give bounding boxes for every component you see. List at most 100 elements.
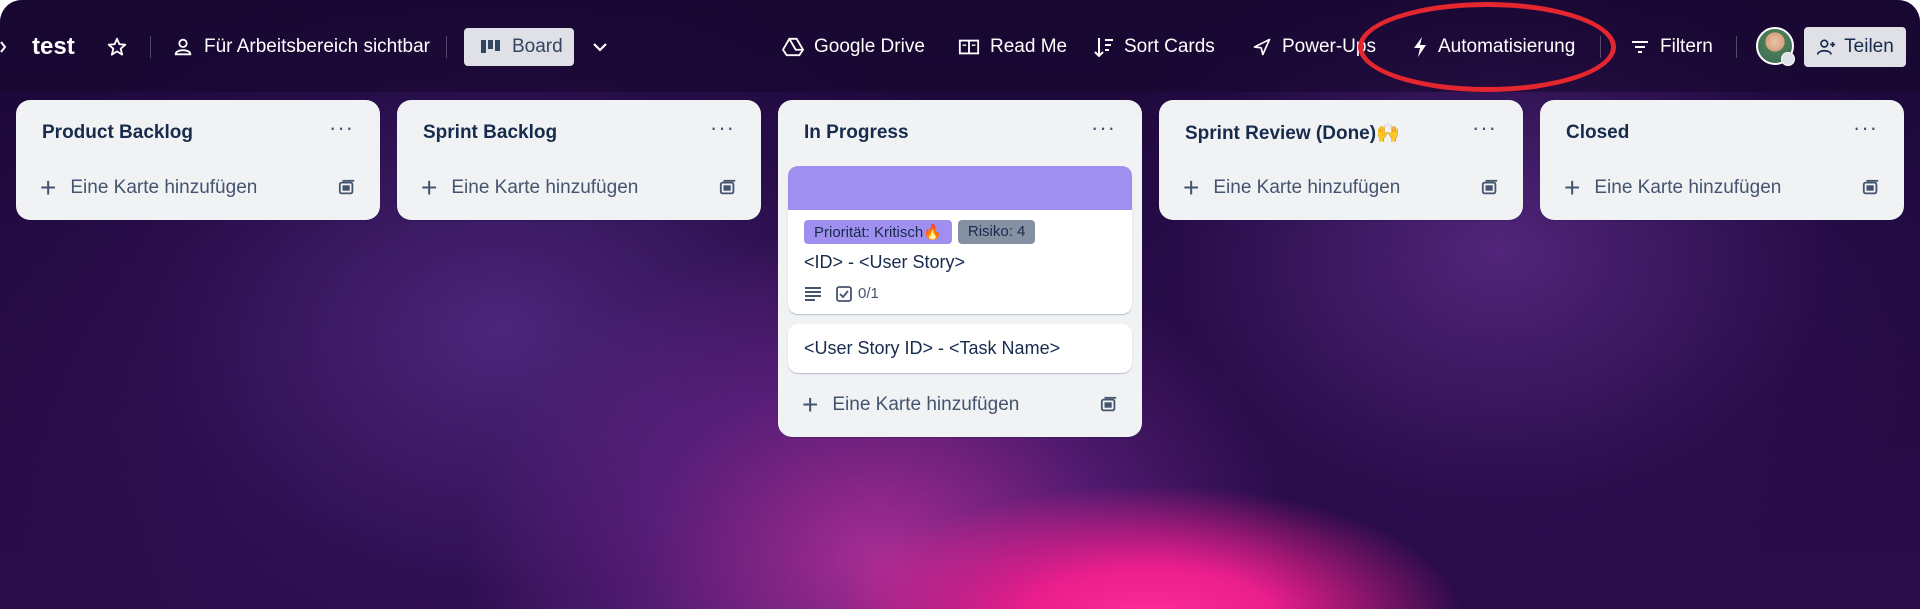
checklist-icon: [836, 285, 852, 302]
plus-icon: +: [1183, 172, 1200, 203]
google-drive-button[interactable]: Google Drive: [782, 28, 925, 66]
add-card-label: Eine Karte hinzufügen: [1213, 177, 1401, 198]
view-label: Board: [512, 36, 563, 57]
filter-icon: [1632, 41, 1648, 53]
add-card-row: + Eine Karte hinzufügen: [16, 166, 380, 210]
board-header: test Für Arbeitsbereich sichtbar Board G…: [0, 0, 1920, 92]
card-title: <ID> - <User Story>: [804, 252, 966, 272]
create-from-template-icon[interactable]: [1100, 396, 1118, 414]
add-card-button[interactable]: + Eine Karte hinzufügen: [421, 174, 638, 202]
divider: [1600, 36, 1601, 58]
add-card-label: Eine Karte hinzufügen: [832, 394, 1020, 415]
list-header: Sprint Backlog ···: [397, 100, 761, 166]
divider: [1736, 36, 1737, 58]
workspace-visibility-icon: [174, 38, 192, 56]
view-switcher-board[interactable]: Board: [464, 28, 574, 66]
card-title: <User Story ID> - <Task Name>: [804, 338, 1061, 358]
divider: [150, 36, 151, 58]
list-title[interactable]: In Progress: [804, 122, 909, 144]
book-icon: [958, 39, 980, 55]
filter-button[interactable]: Filtern: [1630, 28, 1713, 66]
plus-icon: +: [40, 172, 57, 203]
description-icon: [805, 286, 821, 301]
sort-cards-button[interactable]: Sort Cards: [1094, 28, 1215, 66]
star-icon: [107, 37, 127, 56]
list-menu-button[interactable]: ···: [1853, 117, 1878, 139]
list-title[interactable]: Sprint Backlog: [423, 122, 557, 144]
board-icon: [481, 40, 500, 53]
star-button[interactable]: [106, 28, 128, 66]
power-ups-button[interactable]: Power-Ups: [1252, 28, 1376, 66]
chevron-down-icon: [593, 43, 607, 52]
add-card-label: Eine Karte hinzufügen: [451, 177, 639, 198]
chevron-right-icon: [0, 41, 7, 53]
google-drive-label: Google Drive: [814, 36, 925, 57]
label-priority[interactable]: Priorität: Kritisch🔥: [804, 220, 952, 244]
list-header: Sprint Review (Done)🙌 ···: [1159, 100, 1523, 166]
lightning-icon: [1414, 37, 1426, 57]
list-in-progress: In Progress ··· Priorität: Kritisch🔥 Ris…: [778, 100, 1142, 437]
add-card-row: + Eine Karte hinzufügen: [397, 166, 761, 210]
card[interactable]: <User Story ID> - <Task Name>: [788, 324, 1132, 373]
list-header: Closed ···: [1540, 100, 1904, 166]
add-card-button[interactable]: + Eine Karte hinzufügen: [40, 174, 257, 202]
plus-icon: +: [1564, 172, 1581, 203]
add-person-icon: [1817, 39, 1836, 55]
list-menu-button[interactable]: ···: [329, 117, 354, 139]
power-ups-label: Power-Ups: [1282, 36, 1376, 57]
google-drive-icon: [782, 37, 804, 57]
visibility-label: Für Arbeitsbereich sichtbar: [204, 36, 430, 57]
checklist-badge: 0/1: [836, 285, 879, 302]
admin-badge-icon: [1781, 52, 1795, 66]
list-menu-button[interactable]: ···: [1091, 117, 1116, 139]
sidebar-toggle-button[interactable]: [0, 28, 10, 66]
plus-icon: +: [802, 389, 819, 420]
card-badges: 0/1: [804, 285, 1116, 302]
plus-icon: +: [421, 172, 438, 203]
share-button[interactable]: Teilen: [1804, 27, 1906, 67]
add-card-row: + Eine Karte hinzufügen: [1540, 166, 1904, 210]
list-title[interactable]: Product Backlog: [42, 122, 193, 144]
list-sprint-backlog: Sprint Backlog ··· + Eine Karte hinzufüg…: [397, 100, 761, 220]
rocket-icon: [1253, 38, 1271, 56]
list-title[interactable]: Sprint Review (Done)🙌: [1185, 121, 1400, 145]
add-card-button[interactable]: + Eine Karte hinzufügen: [802, 391, 1019, 419]
create-from-template-icon[interactable]: [338, 179, 356, 197]
create-from-template-icon[interactable]: [1481, 179, 1499, 197]
board-title[interactable]: test: [32, 28, 75, 66]
add-card-row: + Eine Karte hinzufügen: [778, 383, 1142, 427]
create-from-template-icon[interactable]: [719, 179, 737, 197]
view-dropdown-button[interactable]: [590, 28, 610, 66]
board-canvas: test Für Arbeitsbereich sichtbar Board G…: [0, 0, 1920, 609]
card-cover: [788, 166, 1132, 210]
read-me-label: Read Me: [990, 36, 1068, 57]
automation-label: Automatisierung: [1438, 36, 1576, 57]
label-risk[interactable]: Risiko: 4: [957, 220, 1036, 244]
add-card-row: + Eine Karte hinzufügen: [1159, 166, 1523, 210]
list-closed: Closed ··· + Eine Karte hinzufügen: [1540, 100, 1904, 220]
list-header: In Progress ···: [778, 100, 1142, 166]
filter-label: Filtern: [1660, 36, 1713, 57]
add-card-label: Eine Karte hinzufügen: [70, 177, 258, 198]
share-label: Teilen: [1844, 36, 1894, 57]
list-title[interactable]: Closed: [1566, 122, 1629, 144]
add-card-label: Eine Karte hinzufügen: [1594, 177, 1782, 198]
list-menu-button[interactable]: ···: [1472, 117, 1497, 139]
divider: [446, 36, 447, 58]
list-menu-button[interactable]: ···: [710, 117, 735, 139]
card-labels: Priorität: Kritisch🔥 Risiko: 4: [804, 220, 1116, 244]
list-product-backlog: Product Backlog ··· + Eine Karte hinzufü…: [16, 100, 380, 220]
card-body: Priorität: Kritisch🔥 Risiko: 4 <ID> - <U…: [788, 210, 1132, 314]
sort-cards-label: Sort Cards: [1124, 36, 1215, 57]
read-me-button[interactable]: Read Me: [958, 28, 1067, 66]
sort-icon: [1094, 38, 1113, 58]
add-card-button[interactable]: + Eine Karte hinzufügen: [1564, 174, 1781, 202]
card[interactable]: Priorität: Kritisch🔥 Risiko: 4 <ID> - <U…: [788, 166, 1132, 314]
visibility-button[interactable]: Für Arbeitsbereich sichtbar: [172, 28, 430, 66]
list-header: Product Backlog ···: [16, 100, 380, 166]
automation-button[interactable]: Automatisierung: [1412, 28, 1575, 66]
checklist-count: 0/1: [858, 285, 879, 302]
list-sprint-review-done: Sprint Review (Done)🙌 ··· + Eine Karte h…: [1159, 100, 1523, 220]
create-from-template-icon[interactable]: [1862, 179, 1880, 197]
add-card-button[interactable]: + Eine Karte hinzufügen: [1183, 174, 1400, 202]
